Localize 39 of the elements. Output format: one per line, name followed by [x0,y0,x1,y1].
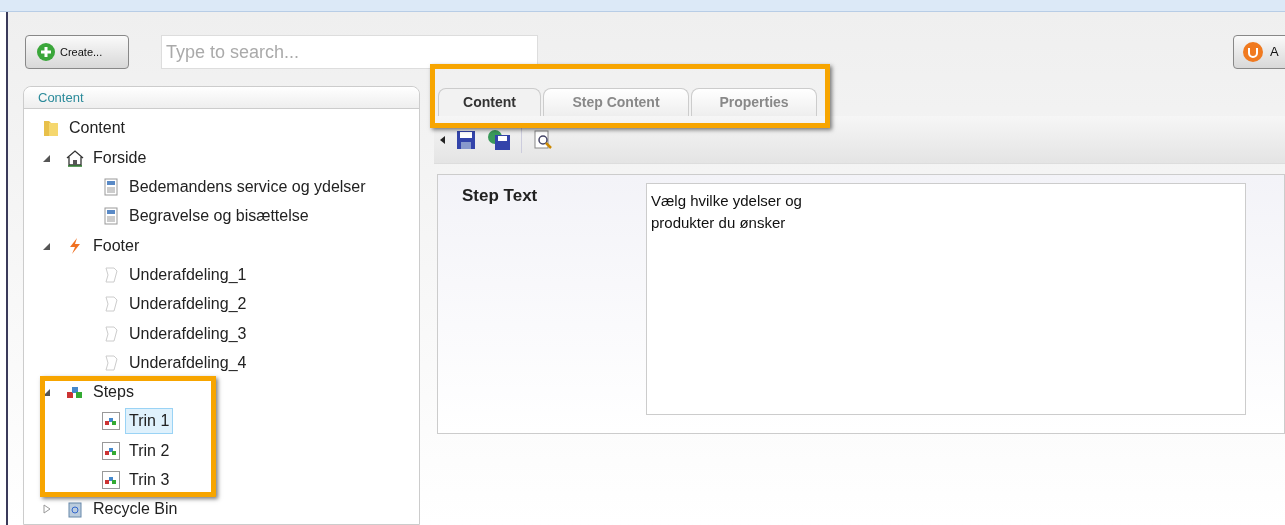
tree-item[interactable]: Trin 1 [125,408,174,435]
power-icon [1242,41,1264,63]
user-button[interactable]: A [1233,35,1285,69]
tree-item[interactable]: Underafdeling_4 [125,349,251,376]
blocks-icon [102,441,120,460]
tab[interactable]: Content [438,88,541,116]
search-field[interactable]: Type to search... [161,35,538,69]
create-button[interactable]: Create... [25,35,129,69]
step-text-field[interactable]: Vælg hvilke ydelser og produkter du ønsker [646,183,1246,415]
blank-document-icon [102,324,120,343]
tree-item[interactable]: Content [65,115,130,142]
tree-item[interactable]: Recycle Bin [89,496,182,523]
house-icon [66,148,84,167]
preview-icon[interactable] [532,128,554,151]
blocks-icon [102,412,120,431]
tree-item[interactable]: Forside [89,144,151,171]
save-and-publish-icon[interactable] [487,128,511,151]
blocks-icon [102,471,120,490]
tree-item[interactable]: Underafdeling_1 [125,261,251,288]
tree-item[interactable]: Begravelse og bisættelse [125,203,313,230]
tree-item[interactable]: Underafdeling_2 [125,291,251,318]
plus-icon [36,42,56,62]
tree-item[interactable]: Trin 2 [125,437,174,464]
folder-icon [42,119,60,138]
tree-item[interactable]: Footer [89,232,144,259]
blank-document-icon [102,353,120,372]
recycle-bin-icon [66,500,84,519]
tree-item[interactable]: Underafdeling_3 [125,320,251,347]
save-icon[interactable] [455,128,477,151]
collapse-arrow-icon[interactable] [440,135,445,144]
tree-item[interactable]: Trin 3 [125,467,174,494]
tree-item[interactable]: Bedemandens service og ydelser [125,174,370,201]
panel-header: Content [24,87,419,109]
page-icon [102,207,120,226]
blank-document-icon [102,295,120,314]
page-icon [102,178,120,197]
tree-item[interactable]: Steps [89,379,138,406]
blank-document-icon [102,265,120,284]
field-label: Step Text [462,185,539,207]
